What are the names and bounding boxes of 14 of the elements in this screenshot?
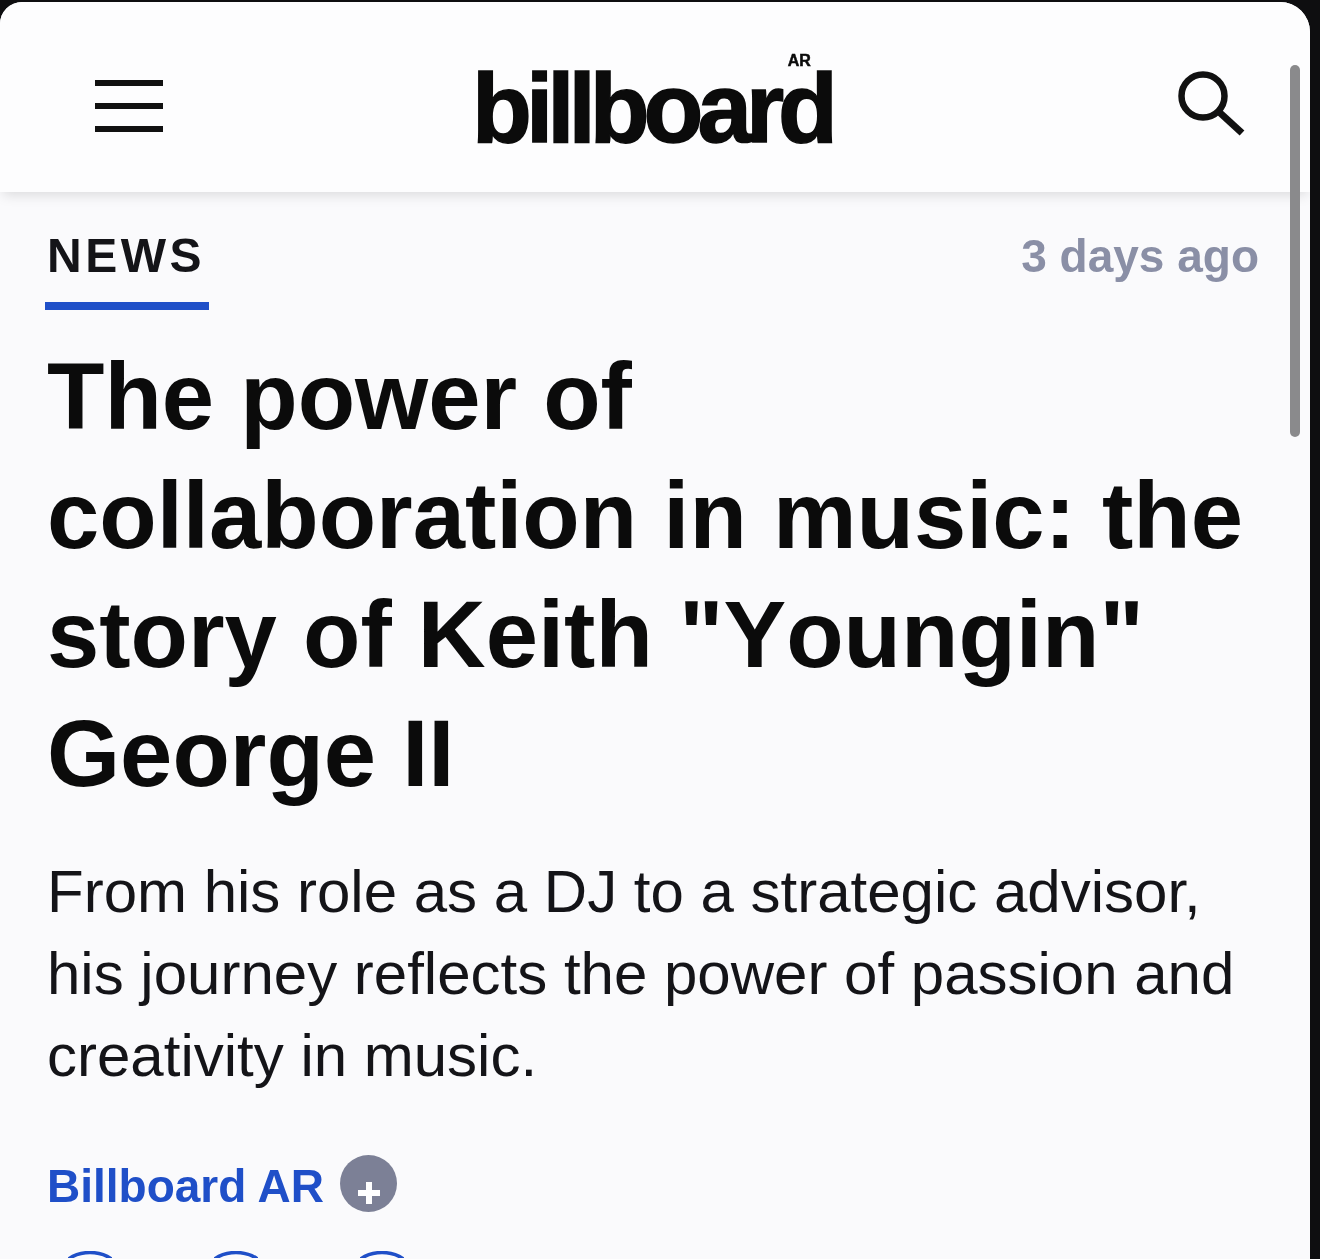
circle-outline-icon[interactable]: [214, 1251, 258, 1258]
menu-icon[interactable]: [95, 80, 163, 132]
logo-wordmark[interactable]: billboard: [472, 68, 838, 148]
headline: The power of collaboration in music: the story of Keith "Youngin" George II: [47, 343, 1245, 808]
search-icon[interactable]: [1178, 70, 1246, 136]
circle-outline-icon[interactable]: [68, 1251, 112, 1258]
circle-outline-icon[interactable]: [360, 1251, 404, 1258]
publish-time: 3 days ago: [1021, 232, 1259, 280]
category-label[interactable]: NEWS: [45, 232, 209, 310]
plus-icon[interactable]: [339, 1155, 397, 1212]
author-link[interactable]: Billboard AR: [47, 1162, 324, 1209]
logo-superscript: AR: [787, 52, 811, 69]
article-summary: From his role as a DJ to a strategic advisor, his journey reflects the power of passion and creativity in music.: [47, 857, 1236, 1091]
scrollbar[interactable]: [1290, 65, 1300, 437]
